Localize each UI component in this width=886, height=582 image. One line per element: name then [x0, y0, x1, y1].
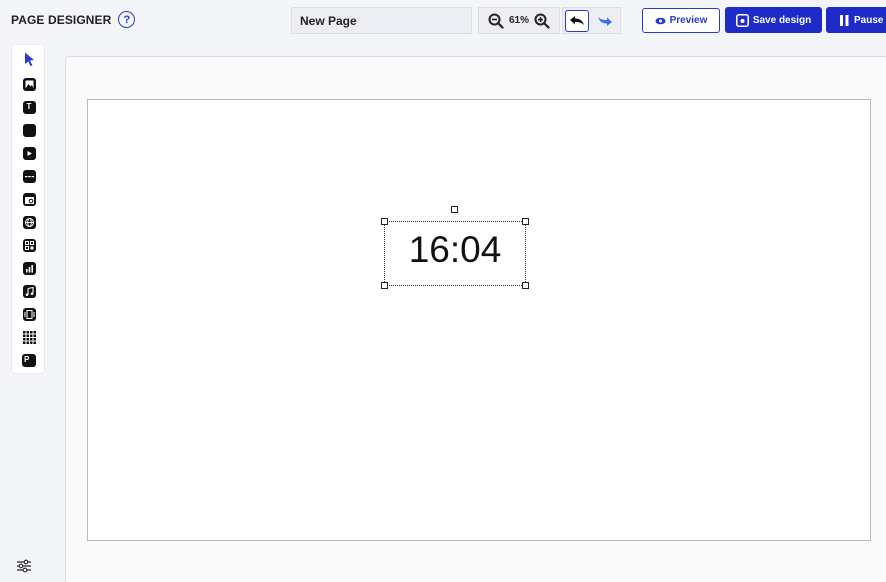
- widget-toolbox: T P: [11, 44, 45, 374]
- eye-icon: [655, 17, 666, 24]
- video-tool[interactable]: [22, 146, 36, 160]
- history-controls: [562, 7, 621, 34]
- carousel-tool[interactable]: [22, 307, 36, 321]
- arrow-cursor-icon: [24, 52, 34, 66]
- globe-icon: [22, 215, 36, 229]
- resize-handle-bottom-right[interactable]: [522, 282, 529, 289]
- preview-label: Preview: [669, 15, 708, 26]
- resize-handle-bottom-left[interactable]: [381, 282, 388, 289]
- qr-tool[interactable]: [22, 238, 36, 252]
- app-title: PAGE DESIGNER: [11, 12, 112, 27]
- preview-button[interactable]: Preview: [642, 8, 720, 33]
- resize-handle-top-left[interactable]: [381, 218, 388, 225]
- ticker-icon: [22, 169, 36, 183]
- chart-icon: [22, 261, 36, 275]
- text-tool[interactable]: T: [22, 100, 36, 114]
- page-canvas[interactable]: [87, 99, 871, 541]
- resize-handle-top-right[interactable]: [522, 218, 529, 225]
- shape-icon: [22, 123, 36, 137]
- rotate-handle[interactable]: [451, 206, 458, 213]
- save-icon: [735, 13, 749, 27]
- ticker-tool[interactable]: [22, 169, 36, 183]
- carousel-icon: [22, 307, 36, 321]
- zoom-out-icon[interactable]: [487, 12, 505, 30]
- music-icon: [22, 284, 36, 298]
- settings-sliders-icon[interactable]: [16, 558, 40, 578]
- zoom-level: 61%: [508, 15, 529, 26]
- pause-label: Pause: [854, 14, 884, 26]
- grid-tool[interactable]: [22, 330, 36, 344]
- page-name-input[interactable]: New Page: [291, 7, 472, 34]
- powerpoint-icon: P: [22, 353, 36, 367]
- chart-tool[interactable]: [22, 261, 36, 275]
- help-icon[interactable]: ?: [118, 11, 136, 28]
- redo-icon: [598, 16, 612, 26]
- calendar-icon: [22, 192, 36, 206]
- image-tool[interactable]: [22, 77, 36, 91]
- zoom-controls: 61%: [478, 7, 560, 34]
- select-tool[interactable]: [22, 52, 36, 66]
- powerpoint-tool[interactable]: P: [22, 353, 36, 367]
- undo-icon: [570, 15, 584, 25]
- top-toolbar: PAGE DESIGNER ? New Page 61% Preview Sav…: [0, 0, 886, 40]
- pause-icon: [840, 14, 849, 26]
- pause-button[interactable]: Pause: [826, 7, 886, 33]
- web-tool[interactable]: [22, 215, 36, 229]
- image-icon: [22, 77, 36, 91]
- save-label: Save design: [752, 14, 812, 26]
- redo-button[interactable]: [593, 10, 617, 32]
- audio-tool[interactable]: [22, 284, 36, 298]
- date-tool[interactable]: [22, 192, 36, 206]
- grid-icon: [22, 330, 36, 344]
- undo-button[interactable]: [565, 9, 589, 32]
- save-design-button[interactable]: Save design: [725, 7, 822, 33]
- video-icon: [22, 146, 36, 160]
- page-designer-title: PAGE DESIGNER ?: [11, 11, 136, 28]
- zoom-in-icon[interactable]: [533, 12, 551, 30]
- qr-icon: [22, 238, 36, 252]
- shape-tool[interactable]: [22, 123, 36, 137]
- clock-widget[interactable]: 16:04: [384, 221, 526, 279]
- text-icon: T: [22, 100, 36, 114]
